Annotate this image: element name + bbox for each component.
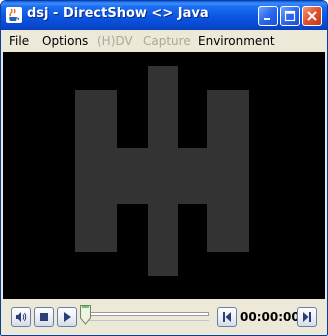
menu-bar: File Options (H)DV Capture Environment: [1, 30, 327, 52]
maximize-icon: [284, 10, 296, 22]
minimize-icon: [264, 18, 270, 20]
step-forward-icon: [303, 312, 311, 322]
close-icon: [307, 11, 317, 21]
play-icon: [64, 312, 71, 322]
menu-file[interactable]: File: [9, 34, 29, 48]
video-display[interactable]: [3, 52, 325, 299]
stop-icon: [40, 313, 48, 321]
stop-button[interactable]: [34, 307, 54, 327]
seek-track-baseline: [85, 320, 209, 321]
window-title: dsj - DirectShow <> Java: [27, 6, 209, 21]
speaker-icon: [16, 312, 27, 322]
seek-slider-thumb[interactable]: [80, 305, 91, 325]
seek-track[interactable]: [85, 312, 209, 316]
java-cup-icon[interactable]: [6, 7, 22, 23]
time-display: 00:00:00: [240, 310, 300, 324]
app-window: dsj - DirectShow <> Java File Options (H…: [0, 0, 328, 336]
frame-forward-button[interactable]: [297, 307, 317, 327]
menu-capture: Capture: [143, 34, 191, 48]
volume-button[interactable]: [11, 307, 31, 327]
close-button[interactable]: [302, 6, 322, 26]
maximize-button[interactable]: [280, 6, 300, 26]
play-button[interactable]: [57, 307, 77, 327]
menu-environment[interactable]: Environment: [198, 34, 275, 48]
menu-options[interactable]: Options: [42, 34, 88, 48]
minimize-button[interactable]: [258, 6, 278, 26]
playback-controls: 00:00:00: [1, 299, 327, 335]
step-back-icon: [223, 312, 231, 322]
menu-hdv: (H)DV: [97, 34, 133, 48]
title-bar[interactable]: dsj - DirectShow <> Java: [1, 1, 327, 30]
frame-back-button[interactable]: [217, 307, 237, 327]
